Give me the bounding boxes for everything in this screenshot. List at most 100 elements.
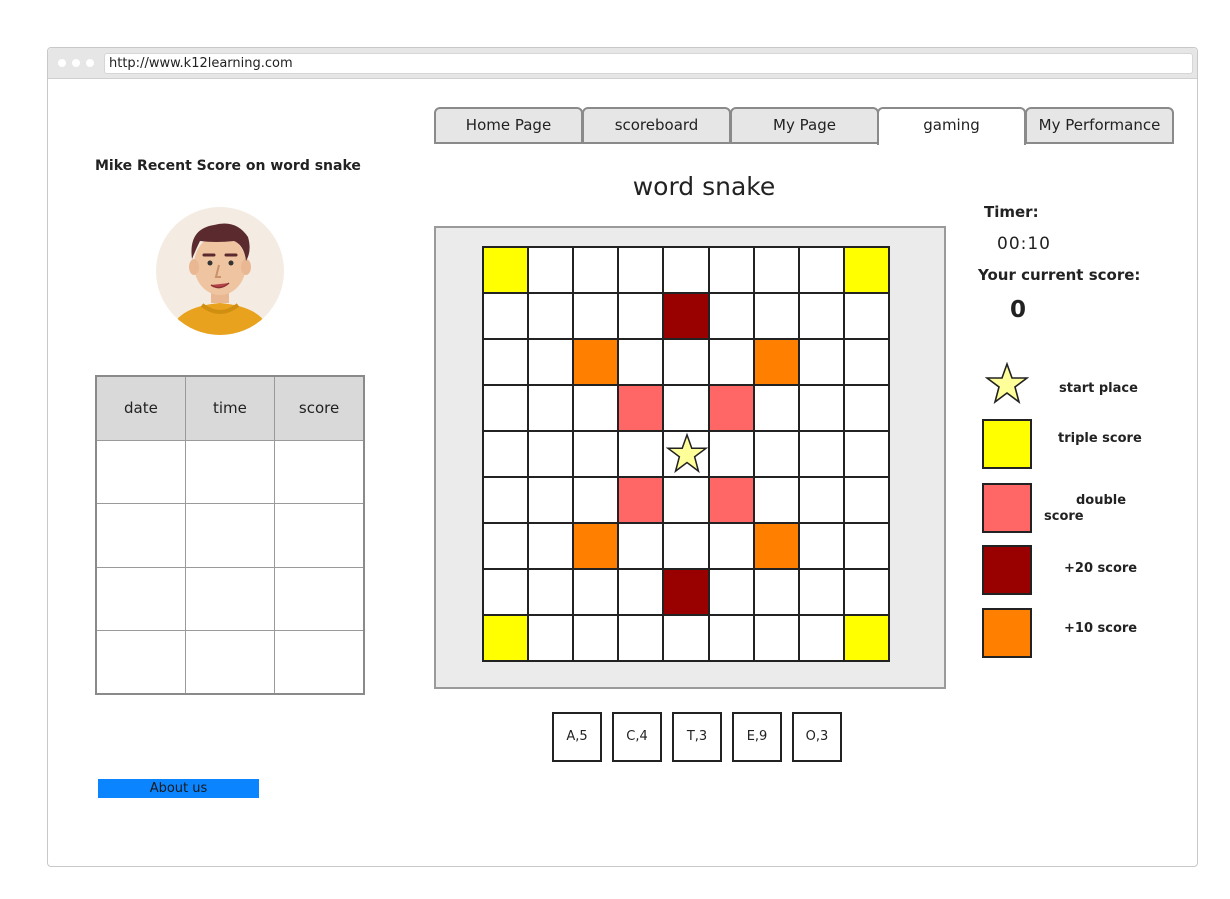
board-cell[interactable] bbox=[528, 431, 574, 477]
table-cell bbox=[95, 503, 186, 568]
board-cell[interactable] bbox=[618, 247, 664, 293]
board-cell-double[interactable] bbox=[708, 385, 754, 431]
board-cell-double[interactable] bbox=[618, 477, 664, 523]
board-cell[interactable] bbox=[708, 293, 754, 339]
board-cell[interactable] bbox=[618, 293, 664, 339]
tab-scoreboard[interactable]: scoreboard bbox=[582, 107, 731, 144]
board-cell[interactable] bbox=[618, 523, 664, 569]
tab-home-page[interactable]: Home Page bbox=[434, 107, 583, 144]
board-cell[interactable] bbox=[798, 569, 844, 615]
board-cell[interactable] bbox=[618, 569, 664, 615]
board-cell[interactable] bbox=[573, 477, 619, 523]
board-cell[interactable] bbox=[753, 385, 799, 431]
board-cell[interactable] bbox=[618, 615, 664, 661]
board-cell[interactable] bbox=[573, 569, 619, 615]
board-cell-plus10[interactable] bbox=[753, 339, 799, 385]
board-cell[interactable] bbox=[573, 431, 619, 477]
board-cell[interactable] bbox=[528, 385, 574, 431]
board-cell-triple[interactable] bbox=[843, 247, 889, 293]
board-cell[interactable] bbox=[708, 339, 754, 385]
letter-tile[interactable]: C,4 bbox=[612, 712, 662, 762]
board-cell[interactable] bbox=[708, 431, 754, 477]
board-cell[interactable] bbox=[798, 477, 844, 523]
board-cell[interactable] bbox=[843, 569, 889, 615]
board-cell[interactable] bbox=[798, 431, 844, 477]
board-cell-triple[interactable] bbox=[843, 615, 889, 661]
board-cell[interactable] bbox=[843, 431, 889, 477]
board-cell[interactable] bbox=[528, 339, 574, 385]
board-cell[interactable] bbox=[663, 615, 709, 661]
board-cell[interactable] bbox=[528, 293, 574, 339]
tab-my-performance[interactable]: My Performance bbox=[1025, 107, 1174, 144]
board-cell[interactable] bbox=[798, 293, 844, 339]
board-cell[interactable] bbox=[753, 477, 799, 523]
letter-tile[interactable]: O,3 bbox=[792, 712, 842, 762]
board-cell-triple[interactable] bbox=[483, 247, 529, 293]
board-cell[interactable] bbox=[528, 523, 574, 569]
board-cell[interactable] bbox=[798, 523, 844, 569]
board-cell[interactable] bbox=[483, 339, 529, 385]
board-cell[interactable] bbox=[483, 569, 529, 615]
game-board[interactable] bbox=[482, 246, 890, 662]
board-cell[interactable] bbox=[663, 339, 709, 385]
board-cell[interactable] bbox=[663, 247, 709, 293]
board-cell[interactable] bbox=[843, 385, 889, 431]
board-cell[interactable] bbox=[708, 615, 754, 661]
tab-gaming[interactable]: gaming bbox=[877, 107, 1026, 145]
board-cell[interactable] bbox=[573, 385, 619, 431]
board-cell[interactable] bbox=[528, 569, 574, 615]
browser-toolbar: http://www.k12learning.com bbox=[48, 48, 1197, 79]
board-cell-plus10[interactable] bbox=[573, 339, 619, 385]
board-cell[interactable] bbox=[798, 385, 844, 431]
board-cell[interactable] bbox=[663, 477, 709, 523]
board-cell[interactable] bbox=[843, 293, 889, 339]
board-cell[interactable] bbox=[483, 477, 529, 523]
board-cell[interactable] bbox=[798, 339, 844, 385]
letter-tile[interactable]: T,3 bbox=[672, 712, 722, 762]
board-cell[interactable] bbox=[483, 293, 529, 339]
board-cell[interactable] bbox=[708, 247, 754, 293]
board-cell[interactable] bbox=[708, 569, 754, 615]
board-cell-start[interactable] bbox=[663, 431, 709, 477]
table-cell bbox=[95, 630, 186, 695]
board-cell[interactable] bbox=[708, 523, 754, 569]
board-cell[interactable] bbox=[753, 431, 799, 477]
board-cell[interactable] bbox=[663, 385, 709, 431]
board-cell[interactable] bbox=[618, 431, 664, 477]
board-cell[interactable] bbox=[753, 569, 799, 615]
board-cell[interactable] bbox=[843, 339, 889, 385]
board-cell[interactable] bbox=[528, 615, 574, 661]
board-cell[interactable] bbox=[753, 615, 799, 661]
board-cell-double[interactable] bbox=[618, 385, 664, 431]
board-cell[interactable] bbox=[663, 523, 709, 569]
board-cell[interactable] bbox=[573, 293, 619, 339]
board-cell[interactable] bbox=[573, 247, 619, 293]
board-cell[interactable] bbox=[753, 247, 799, 293]
timer-value: 00:10 bbox=[997, 234, 1051, 254]
letter-tile[interactable]: E,9 bbox=[732, 712, 782, 762]
letter-tile[interactable]: A,5 bbox=[552, 712, 602, 762]
about-us-button[interactable]: About us bbox=[98, 779, 259, 798]
board-cell[interactable] bbox=[798, 247, 844, 293]
board-cell[interactable] bbox=[483, 523, 529, 569]
table-row bbox=[95, 439, 365, 504]
board-cell-plus10[interactable] bbox=[753, 523, 799, 569]
board-cell[interactable] bbox=[843, 523, 889, 569]
board-cell[interactable] bbox=[573, 615, 619, 661]
board-cell[interactable] bbox=[483, 385, 529, 431]
board-cell-double[interactable] bbox=[708, 477, 754, 523]
legend-triple-label: triple score bbox=[1058, 431, 1142, 446]
address-bar[interactable]: http://www.k12learning.com bbox=[104, 53, 1193, 74]
board-cell-plus20[interactable] bbox=[663, 293, 709, 339]
board-cell[interactable] bbox=[483, 431, 529, 477]
board-cell[interactable] bbox=[753, 293, 799, 339]
board-cell[interactable] bbox=[528, 477, 574, 523]
board-cell[interactable] bbox=[798, 615, 844, 661]
board-cell[interactable] bbox=[618, 339, 664, 385]
board-cell[interactable] bbox=[528, 247, 574, 293]
board-cell-plus10[interactable] bbox=[573, 523, 619, 569]
board-cell-plus20[interactable] bbox=[663, 569, 709, 615]
tab-my-page[interactable]: My Page bbox=[730, 107, 879, 144]
board-cell-triple[interactable] bbox=[483, 615, 529, 661]
board-cell[interactable] bbox=[843, 477, 889, 523]
